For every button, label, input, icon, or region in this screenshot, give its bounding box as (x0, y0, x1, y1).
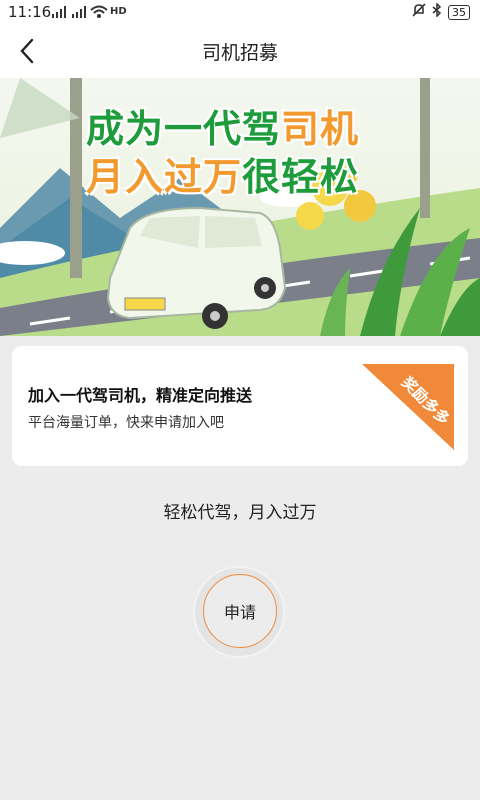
recruit-banner: 成为一代驾司机 月入过万很轻松 (0, 78, 480, 336)
wifi-icon (90, 5, 108, 22)
signal-icon (50, 5, 68, 22)
card-subline: 平台海量订单，快来申请加入吧 (28, 415, 224, 431)
status-time: 11:16 (8, 3, 52, 21)
banner-text-orange: 司机 (281, 107, 360, 151)
signal-icon-2 (70, 5, 88, 22)
banner-text-green: 成为一代驾 (86, 107, 282, 151)
banner-headline-line2: 月入过万很轻松 (86, 146, 359, 201)
banner-text-green-2: 很轻松 (242, 155, 360, 199)
mute-icon (412, 3, 426, 21)
slogan-text: 轻松代驾，月入过万 (163, 503, 317, 523)
top-navigation-bar: 司机招募 (0, 24, 480, 78)
battery-icon: 35 (448, 4, 470, 20)
banner-text-orange-2: 月入过万 (86, 155, 243, 199)
status-bar: 11:16 HD 35 (0, 0, 480, 24)
card-headline: 加入一代驾司机，精准定向推送 (28, 386, 253, 405)
recruit-info-card: 加入一代驾司机，精准定向推送 平台海量订单，快来申请加入吧 奖励多多 (12, 346, 468, 466)
apply-button-label: 申请 (223, 603, 256, 622)
reward-ribbon: 奖励多多 (362, 364, 454, 450)
apply-button[interactable]: 申请 (203, 574, 277, 648)
bluetooth-icon (432, 2, 442, 21)
banner-headline-line1: 成为一代驾司机 (86, 98, 359, 153)
hd-indicator: HD (110, 6, 127, 17)
page-title: 司机招募 (201, 42, 278, 64)
